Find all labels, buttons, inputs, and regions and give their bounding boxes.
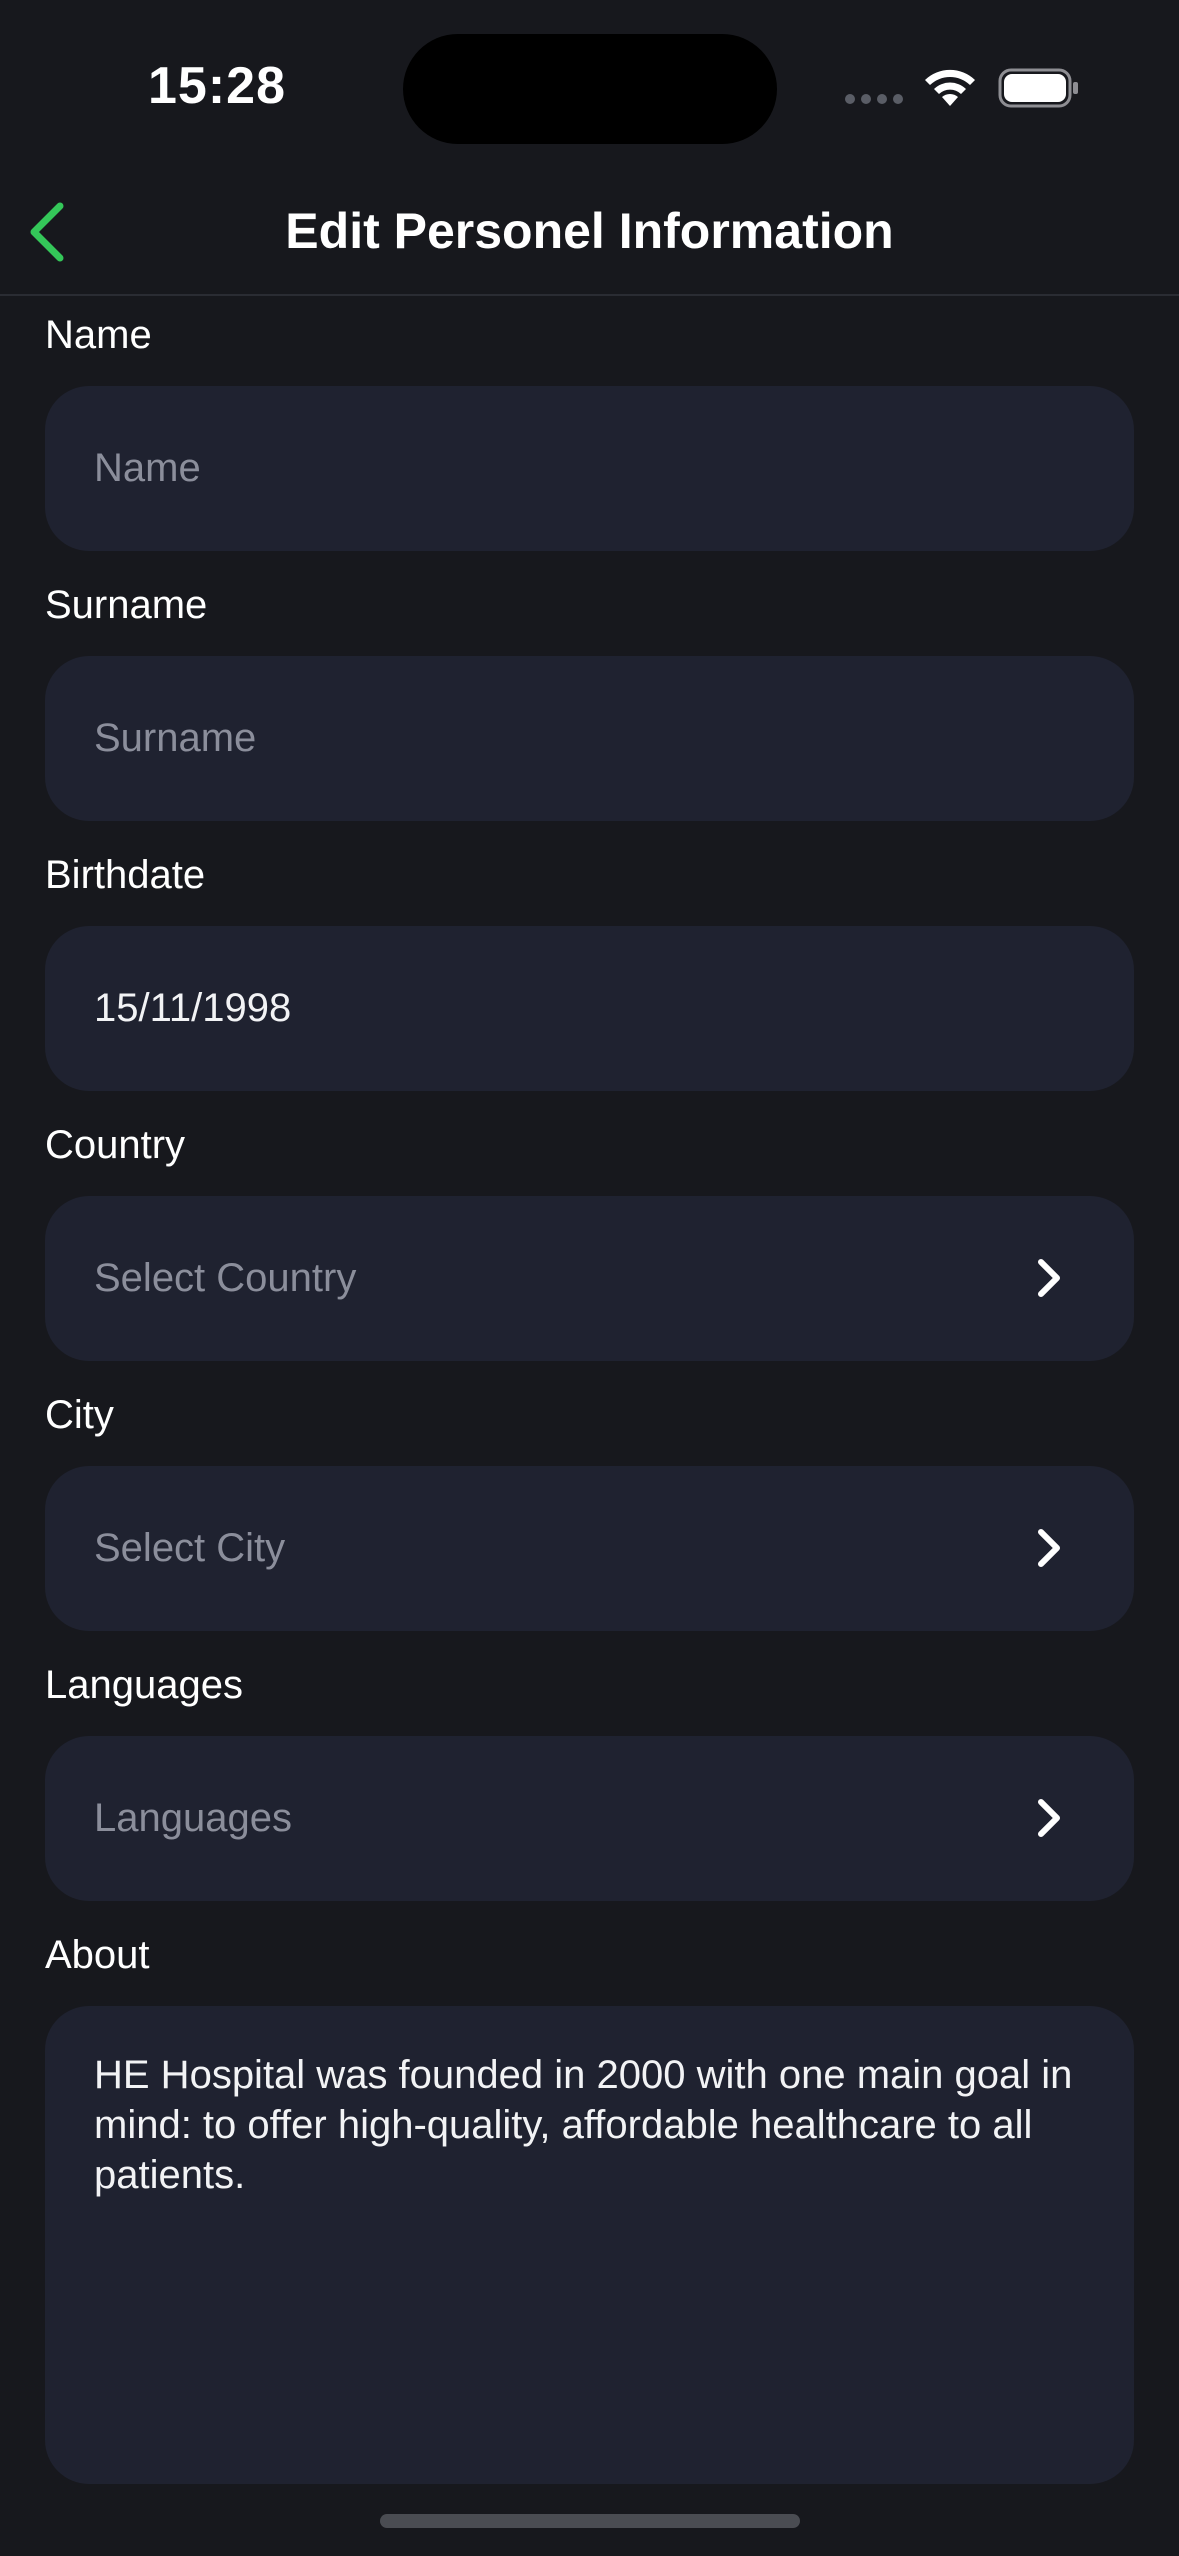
languages-placeholder: Languages: [94, 1796, 292, 1840]
languages-label: Languages: [45, 1663, 243, 1707]
surname-label: Surname: [45, 583, 208, 627]
surname-placeholder: Surname: [94, 716, 257, 760]
home-indicator[interactable]: [380, 2514, 800, 2528]
birthdate-value: 15/11/1998: [94, 986, 292, 1030]
chevron-right-icon: [1038, 1799, 1060, 1837]
page-title: Edit Personel Information: [285, 203, 894, 259]
about-textarea[interactable]: HE Hospital was founded in 2000 with one…: [45, 2006, 1134, 2484]
chevron-right-icon: [1038, 1529, 1060, 1567]
dynamic-island: [403, 34, 777, 144]
status-bar: 15:28: [0, 0, 1179, 170]
city-select[interactable]: Select City: [45, 1466, 1134, 1631]
birthdate-field[interactable]: 15/11/1998: [45, 926, 1134, 1091]
nav-header: Edit Personel Information: [0, 170, 1179, 296]
name-field[interactable]: Name: [45, 386, 1134, 551]
cellular-signal-icon: [845, 94, 903, 104]
country-placeholder: Select Country: [94, 1256, 357, 1300]
country-label: Country: [45, 1123, 186, 1167]
city-label: City: [45, 1393, 114, 1437]
name-label: Name: [45, 313, 152, 357]
status-time: 15:28: [148, 57, 286, 115]
chevron-right-icon: [1038, 1259, 1060, 1297]
country-select[interactable]: Select Country: [45, 1196, 1134, 1361]
languages-select[interactable]: Languages: [45, 1736, 1134, 1901]
birthdate-label: Birthdate: [45, 853, 206, 897]
about-value: HE Hospital was founded in 2000 with one…: [94, 2053, 1073, 2197]
about-label: About: [45, 1933, 150, 1977]
wifi-icon: [925, 69, 975, 106]
name-placeholder: Name: [94, 446, 201, 490]
city-placeholder: Select City: [94, 1526, 286, 1570]
surname-field[interactable]: Surname: [45, 656, 1134, 821]
battery-icon: [998, 68, 1078, 108]
